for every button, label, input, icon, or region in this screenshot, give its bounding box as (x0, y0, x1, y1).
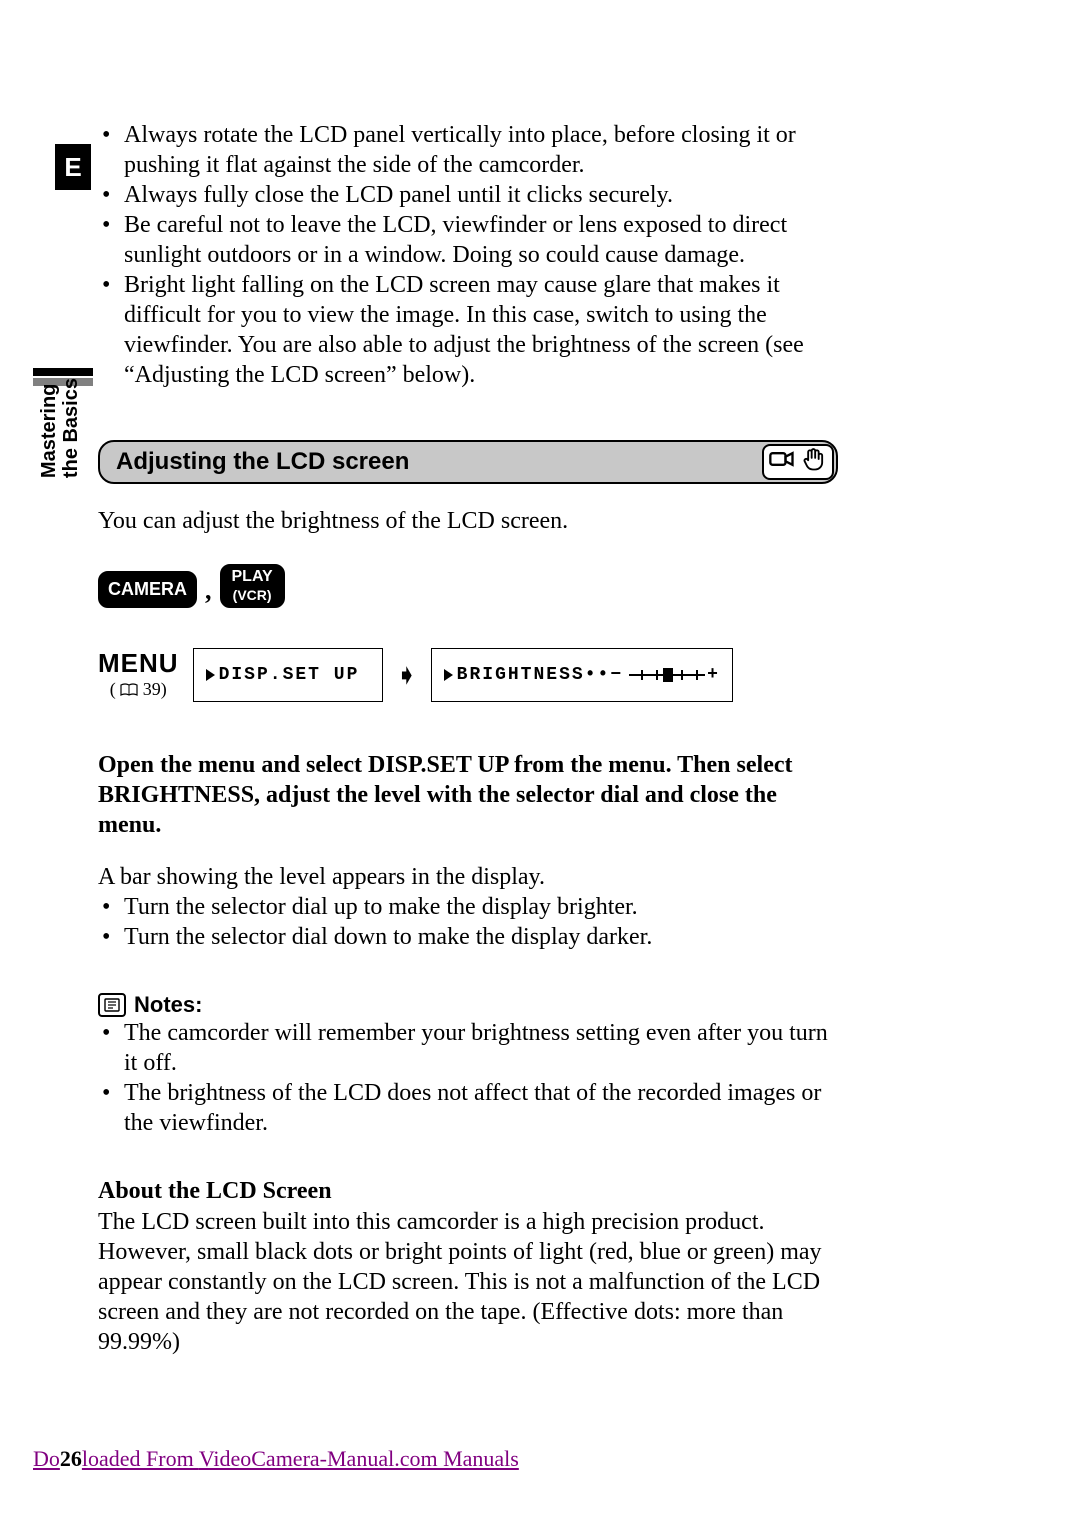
side-tab-label: Mastering the Basics (38, 378, 82, 478)
step2-label: BRIGHTNESS (457, 665, 585, 685)
list-item: Always rotate the LCD panel vertically i… (124, 120, 838, 180)
menu-label: MENU (98, 648, 179, 679)
list-item: Turn the selector dial down to make the … (124, 922, 838, 952)
footer-link[interactable]: VideoCamera-Manual.com Manuals (199, 1446, 519, 1471)
menu-flow-row: MENU ( 39) DISP.SET UP ➧ BRIGHTNESS•• − … (98, 648, 838, 702)
section-header: Adjusting the LCD screen (98, 440, 838, 484)
slider-plus: + (707, 665, 720, 685)
intro-paragraph: You can adjust the brightness of the LCD… (98, 506, 838, 536)
instruction-paragraph: Open the menu and select DISP.SET UP fro… (98, 750, 838, 840)
ref-prefix: ( (110, 679, 121, 699)
intro-bullet-list: Always rotate the LCD panel vertically i… (98, 120, 838, 390)
ref-suffix: ) (161, 679, 167, 699)
play-vcr-mode-badge: PLAY (VCR) (220, 564, 285, 608)
comma-separator: , (205, 576, 212, 608)
step-box-brightness: BRIGHTNESS•• − + (431, 648, 733, 702)
play-triangle-icon (444, 669, 453, 681)
step1-label: DISP.SET UP (219, 665, 360, 685)
list-item: The camcorder will remember your brightn… (124, 1018, 838, 1078)
slider-minus: − (610, 665, 623, 685)
brightness-slider-icon (627, 667, 707, 683)
side-tab-accent-black (33, 368, 93, 376)
camcorder-icon (768, 445, 796, 480)
notes-label: Notes: (134, 992, 202, 1018)
arrow-icon: ➧ (397, 661, 417, 690)
camera-mode-badge: CAMERA (98, 571, 197, 608)
about-heading: About the LCD Screen (98, 1178, 838, 1205)
footer-middle: loaded From (82, 1446, 199, 1471)
step-box-disp-setup: DISP.SET UP (193, 648, 383, 702)
list-item: Bright light falling on the LCD screen m… (124, 270, 838, 390)
ref-page: 39 (143, 679, 161, 699)
list-item: Turn the selector dial up to make the di… (124, 892, 838, 922)
notes-heading: Notes: (98, 992, 838, 1018)
vcr-label: (VCR) (232, 586, 273, 604)
play-label: PLAY (232, 568, 273, 586)
section-title: Adjusting the LCD screen (116, 448, 409, 476)
footer-prefix: Do (33, 1446, 60, 1471)
side-tab-line2: the Basics (60, 378, 82, 478)
language-tab: E (55, 144, 91, 190)
book-icon (120, 681, 138, 702)
about-paragraph: The LCD screen built into this camcorder… (98, 1207, 838, 1357)
side-tab-line1: Mastering (38, 384, 60, 478)
menu-block: MENU ( 39) (98, 648, 179, 702)
result-paragraph: A bar showing the level appears in the d… (98, 862, 838, 892)
result-bullet-list: Turn the selector dial up to make the di… (98, 892, 838, 952)
section-mode-icons (762, 444, 834, 480)
notes-icon (98, 993, 126, 1017)
page: E Mastering the Basics Always rotate the… (0, 0, 1080, 1532)
footer: Do26loaded From VideoCamera-Manual.com M… (33, 1446, 519, 1472)
play-triangle-icon (206, 669, 215, 681)
page-number: 26 (60, 1446, 82, 1471)
hand-icon (800, 445, 828, 480)
mode-badge-row: CAMERA , PLAY (VCR) (98, 564, 838, 608)
list-item: Be careful not to leave the LCD, viewfin… (124, 210, 838, 270)
notes-bullet-list: The camcorder will remember your brightn… (98, 1018, 838, 1138)
step2-dots: •• (585, 665, 611, 685)
menu-page-ref: ( 39) (98, 679, 179, 702)
list-item: Always fully close the LCD panel until i… (124, 180, 838, 210)
content-column: Always rotate the LCD panel vertically i… (98, 120, 838, 1357)
list-item: The brightness of the LCD does not affec… (124, 1078, 838, 1138)
